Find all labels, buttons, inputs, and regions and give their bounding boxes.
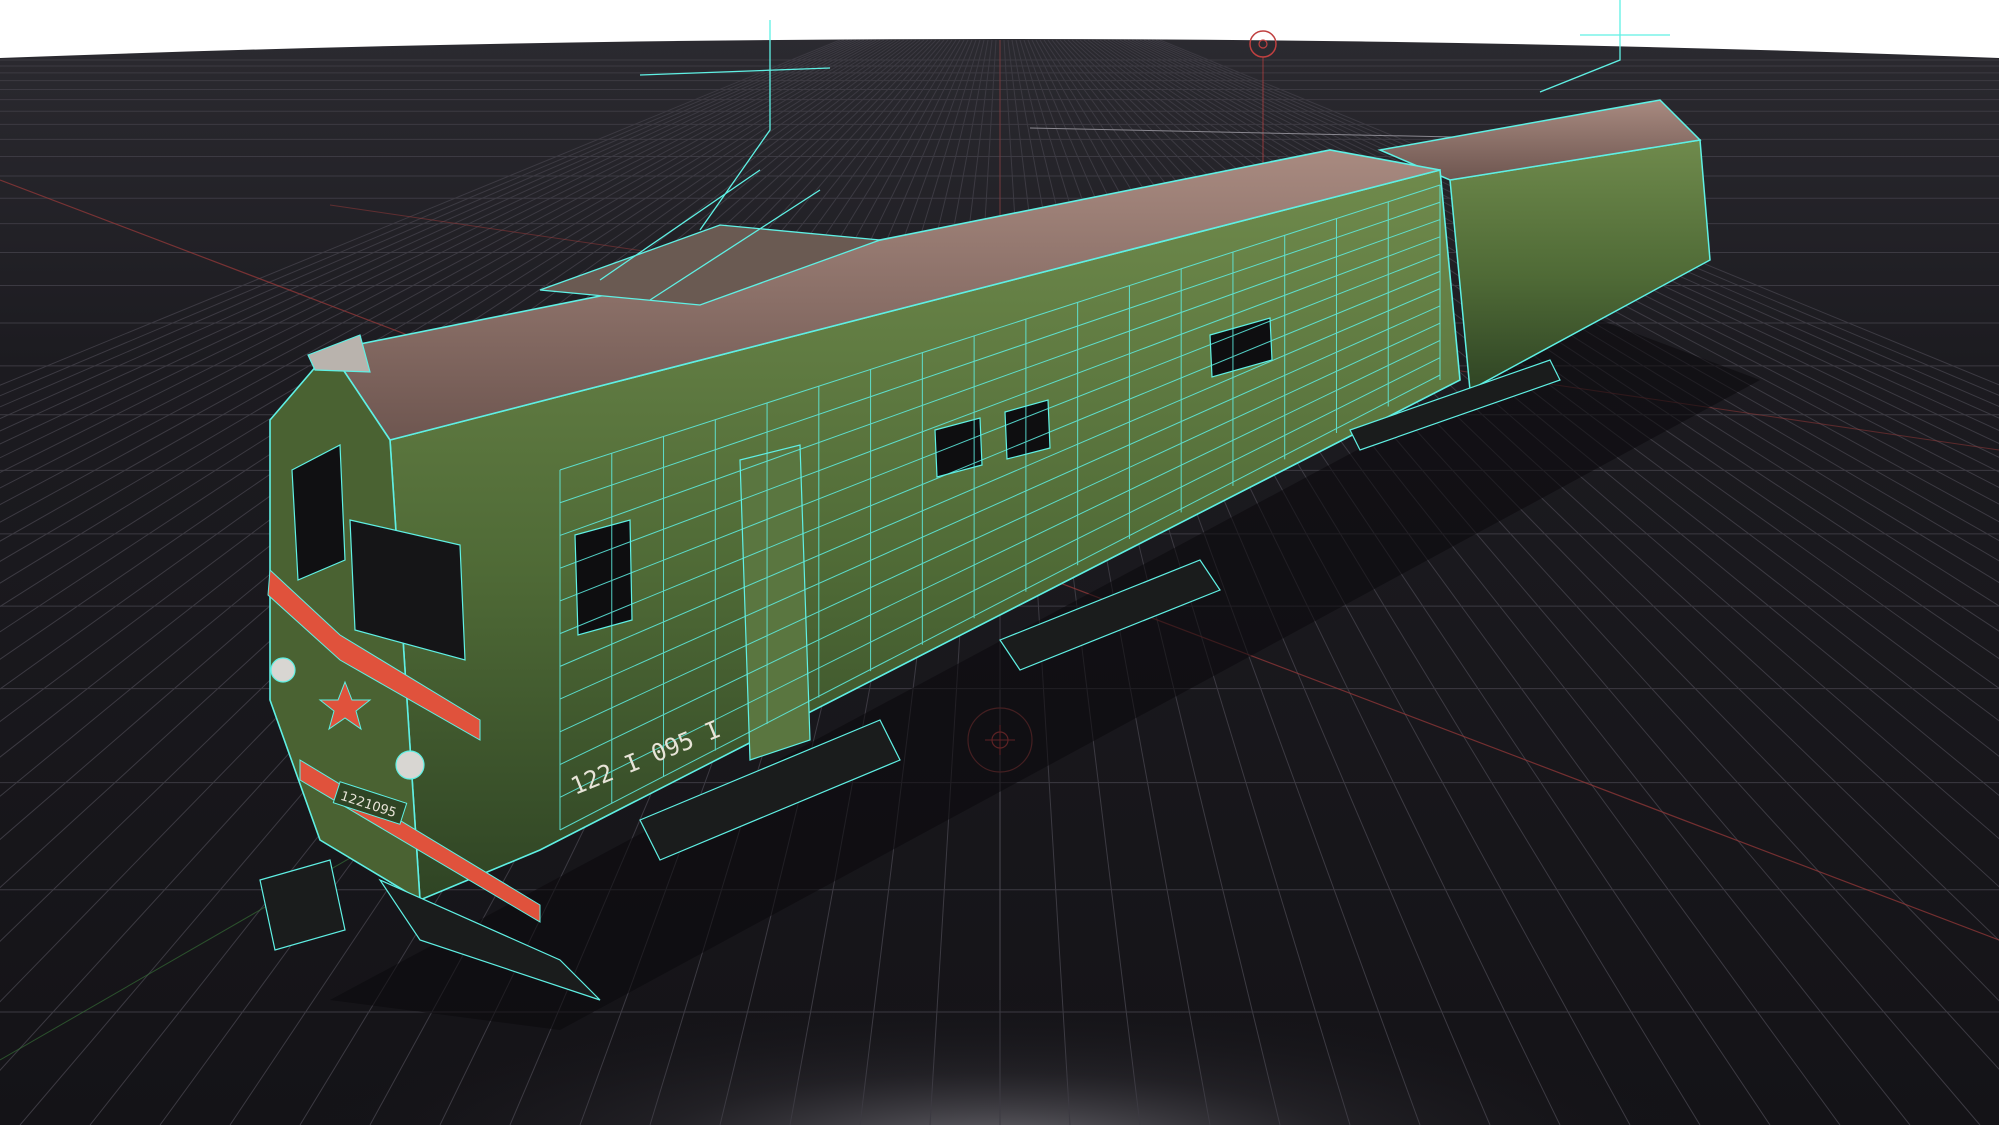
headlight-right	[395, 750, 425, 780]
3d-viewport[interactable]: 1221095 122 I 095 I	[0, 0, 1999, 1125]
viewport-canvas[interactable]: 1221095 122 I 095 I	[0, 0, 1999, 1125]
headlight-left	[270, 657, 296, 683]
side-window-1	[574, 519, 633, 636]
cab-window-left	[291, 444, 346, 581]
